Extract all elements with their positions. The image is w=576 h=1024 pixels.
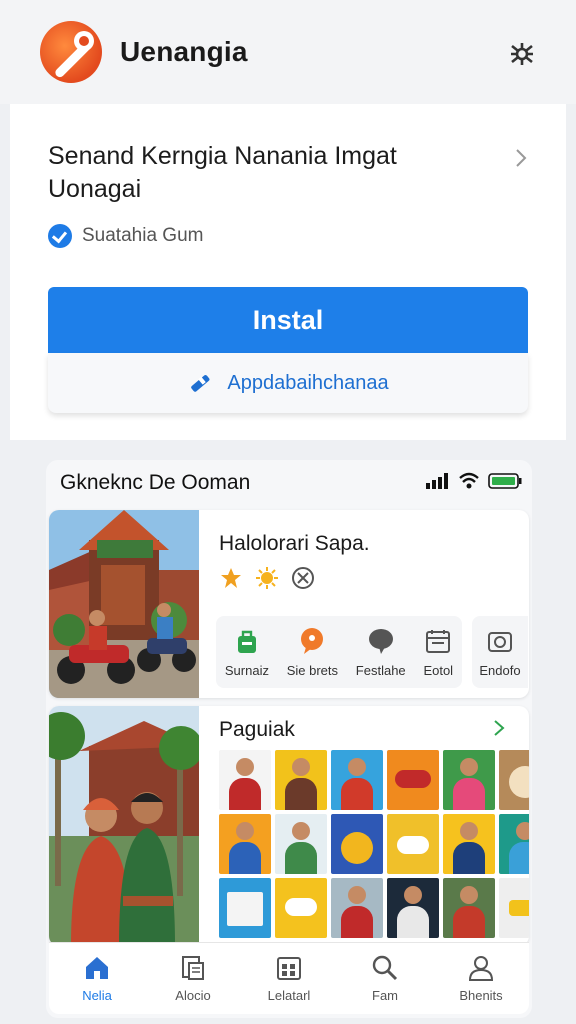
thumbnail[interactable] (443, 814, 495, 874)
app-details-label: Appdabaihchanaa (227, 371, 389, 394)
bag-icon (237, 630, 256, 653)
status-icons (426, 472, 522, 490)
quick-actions: Surnaiz Sie brets Festlahe Eotol (216, 616, 462, 688)
person-icon (468, 956, 494, 981)
quick-action-extra[interactable]: Endofo (472, 616, 528, 688)
app-details-button[interactable]: Appdabaihchanaa (48, 353, 528, 413)
thumbnail[interactable] (499, 750, 529, 810)
thumbnail[interactable] (331, 750, 383, 810)
gear-icon[interactable] (508, 40, 536, 68)
quick-action-0[interactable]: Surnaiz (225, 627, 269, 678)
rating-icons (219, 566, 315, 590)
gallery-card[interactable]: Paguiak (49, 706, 529, 946)
install-card: Senand Kerngia Nanania Imgat Uonagai Sua… (10, 104, 566, 440)
status-bar: Gkneknc De Ooman (60, 470, 522, 496)
camera-icon (488, 631, 512, 652)
app-preview-screenshot: Gkneknc De Ooman Halolorari Sapa. Surnai… (46, 460, 532, 1018)
signal-icon (426, 473, 448, 489)
nav-item-search[interactable]: Fam (345, 954, 425, 1003)
chat-icon (368, 628, 393, 654)
speech-bubble-icon (301, 627, 324, 654)
thumbnail[interactable] (387, 814, 439, 874)
app-listing-title: Senand Kerngia Nanania Imgat Uonagai (48, 142, 397, 203)
nav-item-calendar[interactable]: Lelatarl (249, 954, 329, 1003)
search-icon (372, 955, 398, 981)
gallery-title: Paguiak (219, 718, 295, 741)
thumbnail[interactable] (331, 814, 383, 874)
pencil-icon (191, 375, 210, 392)
developer-row: Suatahia Gum (48, 224, 203, 248)
thumbnail[interactable] (499, 878, 529, 938)
thumbnail[interactable] (275, 814, 327, 874)
thumbnail[interactable] (443, 878, 495, 938)
thumbnail[interactable] (219, 878, 271, 938)
feature-card[interactable]: Halolorari Sapa. Surnaiz Sie brets Festl… (49, 510, 529, 698)
thumbnail[interactable] (443, 750, 495, 810)
thumbnail[interactable] (219, 814, 271, 874)
street-photo (49, 510, 199, 698)
feature-title: Halolorari Sapa. (219, 532, 370, 555)
thumbnail[interactable] (275, 750, 327, 810)
home-icon (86, 957, 108, 979)
install-button[interactable]: Instal (48, 287, 528, 353)
calendar-icon (426, 629, 451, 653)
developer-name: Suatahia Gum (82, 225, 204, 246)
sun-icon (256, 567, 278, 589)
thumbnail[interactable] (219, 750, 271, 810)
couple-photo (49, 706, 199, 946)
thumbnail-grid (219, 750, 529, 938)
chevron-right-icon[interactable] (512, 146, 530, 170)
thumbnail[interactable] (387, 878, 439, 938)
clock-icon (292, 567, 314, 589)
quick-action-2[interactable]: Festlahe (356, 627, 406, 678)
thumbnail[interactable] (275, 878, 327, 938)
quick-action-1[interactable]: Sie brets (287, 627, 338, 678)
thumbnail[interactable] (331, 878, 383, 938)
chevron-right-icon[interactable] (491, 718, 507, 738)
calendar-grid-icon (277, 957, 301, 980)
document-icon (182, 956, 204, 980)
app-header: Uenangia (0, 0, 576, 104)
star-icon (221, 568, 241, 588)
nav-item-home[interactable]: Nelia (57, 954, 137, 1003)
app-name: Uenangia (120, 36, 248, 67)
quick-action-3[interactable]: Eotol (423, 627, 453, 678)
status-title: Gkneknc De Ooman (60, 471, 251, 494)
battery-icon (488, 473, 522, 489)
thumbnail[interactable] (499, 814, 529, 874)
bottom-nav: Nelia Alocio Lelatarl Fam Bhenits (49, 942, 529, 1014)
thumbnail[interactable] (387, 750, 439, 810)
app-logo (40, 21, 102, 83)
nav-item-profile[interactable]: Bhenits (441, 954, 521, 1003)
verified-icon (48, 224, 72, 248)
wifi-icon (459, 472, 479, 489)
nav-item-documents[interactable]: Alocio (153, 954, 233, 1003)
